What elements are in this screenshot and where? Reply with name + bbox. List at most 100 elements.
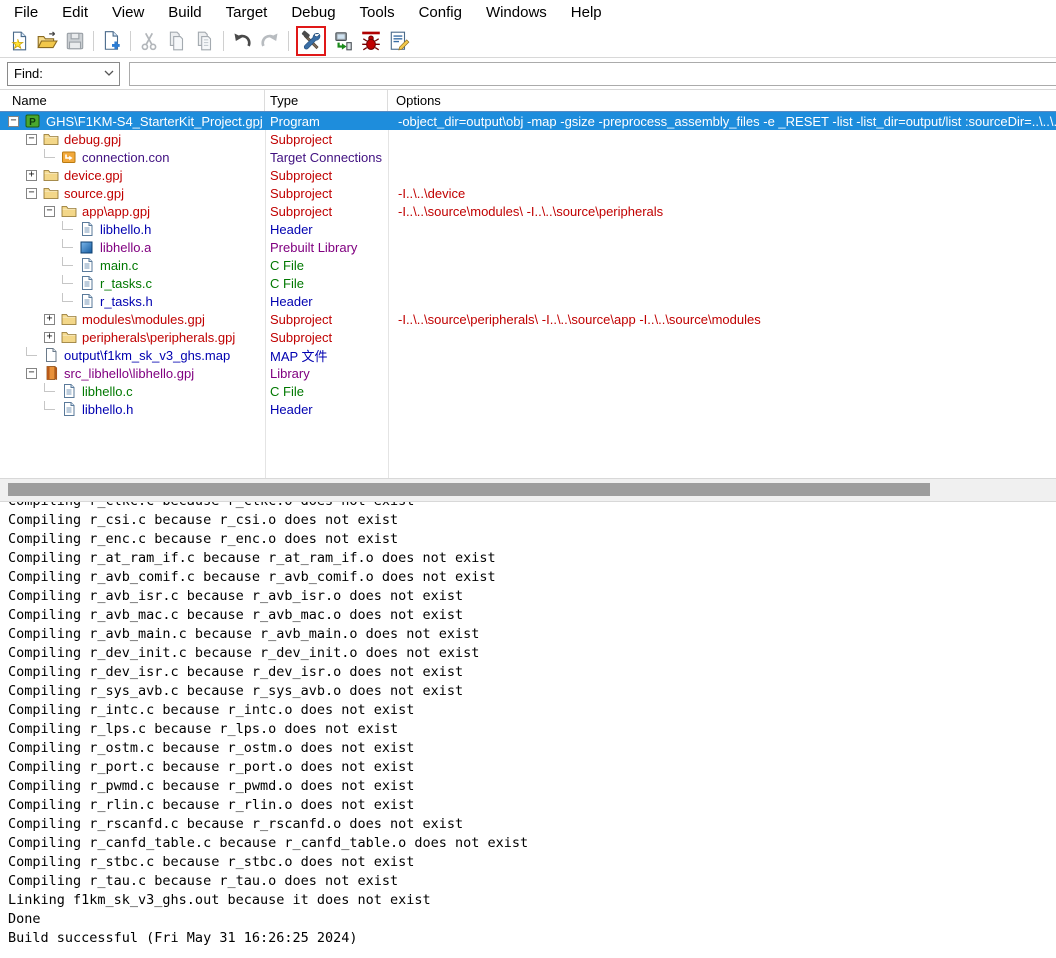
collapse-toggle-icon[interactable]: − <box>26 134 37 145</box>
column-header-type[interactable]: Type <box>265 90 388 111</box>
collapse-toggle-icon[interactable]: − <box>8 116 19 127</box>
paste-button <box>193 29 217 53</box>
expand-toggle-icon[interactable]: + <box>44 314 55 325</box>
collapse-toggle-icon[interactable]: − <box>44 206 55 217</box>
tree-row[interactable]: +modules\modules.gpjSubproject-I..\..\so… <box>0 310 1056 328</box>
doc-icon <box>61 383 77 399</box>
console-line: Compiling r_clkc.c because r_clkc.o does… <box>8 502 1056 511</box>
debug-button[interactable] <box>359 29 383 53</box>
folder-icon <box>61 203 77 219</box>
menu-bar: FileEditViewBuildTargetDebugToolsConfigW… <box>0 0 1056 25</box>
tree-row[interactable]: r_tasks.hHeader <box>0 292 1056 310</box>
menu-config[interactable]: Config <box>407 2 474 24</box>
expand-toggle-icon[interactable]: + <box>26 170 37 181</box>
menu-debug[interactable]: Debug <box>279 2 347 24</box>
console-line: Compiling r_lps.c because r_lps.o does n… <box>8 720 1056 739</box>
cut-button <box>137 29 161 53</box>
console-line: Linking f1km_sk_v3_ghs.out because it do… <box>8 891 1056 910</box>
menu-edit[interactable]: Edit <box>50 2 100 24</box>
menu-target[interactable]: Target <box>214 2 280 24</box>
find-dropdown[interactable]: Find: <box>7 62 120 86</box>
item-type: C File <box>265 384 393 399</box>
item-name: libhello.h <box>100 222 151 237</box>
column-header-name[interactable]: Name <box>0 90 265 111</box>
console-line: Compiling r_avb_isr.c because r_avb_isr.… <box>8 587 1056 606</box>
item-name: libhello.h <box>82 402 133 417</box>
find-input[interactable] <box>129 62 1056 86</box>
new-file-button[interactable] <box>7 29 31 53</box>
tree-row[interactable]: +peripherals\peripherals.gpjSubproject <box>0 328 1056 346</box>
build-icon <box>300 30 322 52</box>
console-line: Build successful (Fri May 31 16:26:25 20… <box>8 929 1056 948</box>
scrollbar-thumb[interactable] <box>8 483 930 496</box>
tree-row[interactable]: −source.gpjSubproject-I..\..\device <box>0 184 1056 202</box>
collapse-toggle-icon[interactable]: − <box>26 188 37 199</box>
editor-button[interactable] <box>387 29 411 53</box>
undo-icon <box>231 30 253 52</box>
tree-row[interactable]: connection.conTarget Connections <box>0 148 1056 166</box>
copy-button <box>165 29 189 53</box>
item-type: C File <box>265 258 393 273</box>
item-type: Prebuilt Library <box>265 240 393 255</box>
item-name: libhello.a <box>100 240 151 255</box>
connect-button[interactable] <box>331 29 355 53</box>
console-line: Compiling r_canfd_table.c because r_canf… <box>8 834 1056 853</box>
item-name: device.gpj <box>64 168 123 183</box>
debug-icon <box>360 30 382 52</box>
console-line: Compiling r_sys_avb.c because r_sys_avb.… <box>8 682 1056 701</box>
console-line: Compiling r_ostm.c because r_ostm.o does… <box>8 739 1056 758</box>
build-button[interactable] <box>296 26 326 56</box>
open-file-button[interactable] <box>35 29 59 53</box>
tree-row[interactable]: −app\app.gpjSubproject-I..\..\source\mod… <box>0 202 1056 220</box>
console-line: Compiling r_rlin.c because r_rlin.o does… <box>8 796 1056 815</box>
tree-row[interactable]: −PGHS\F1KM-S4_StarterKit_Project.gpjProg… <box>0 112 1056 130</box>
save-icon <box>64 30 86 52</box>
console-line: Compiling r_dev_isr.c because r_dev_isr.… <box>8 663 1056 682</box>
menu-build[interactable]: Build <box>156 2 213 24</box>
menu-file[interactable]: File <box>2 2 50 24</box>
console-line: Compiling r_port.c because r_port.o does… <box>8 758 1056 777</box>
item-options: -I..\..\device <box>393 186 1056 201</box>
menu-help[interactable]: Help <box>559 2 614 24</box>
connection-icon <box>61 149 77 165</box>
item-name: app\app.gpj <box>82 204 150 219</box>
tree-row[interactable]: +device.gpjSubproject <box>0 166 1056 184</box>
tree-row[interactable]: libhello.a Prebuilt Library <box>0 238 1056 256</box>
item-name: main.c <box>100 258 138 273</box>
tree-row[interactable]: libhello.hHeader <box>0 220 1056 238</box>
menu-tools[interactable]: Tools <box>348 2 407 24</box>
copy-icon <box>166 30 188 52</box>
menu-windows[interactable]: Windows <box>474 2 559 24</box>
tree-row[interactable]: libhello.cC File <box>0 382 1056 400</box>
item-name: GHS\F1KM-S4_StarterKit_Project.gpj <box>46 114 263 129</box>
tree-row[interactable]: −src_libhello\libhello.gpjLibrary <box>0 364 1056 382</box>
item-type: Target Connections <box>265 150 393 165</box>
tree-row[interactable]: output\f1km_sk_v3_ghs.mapMAP 文件 <box>0 346 1056 364</box>
undo-button[interactable] <box>230 29 254 53</box>
new-file-icon <box>8 30 30 52</box>
doc-icon <box>79 221 95 237</box>
redo-icon <box>259 30 281 52</box>
console-line: Compiling r_avb_comif.c because r_avb_co… <box>8 568 1056 587</box>
tree-row[interactable]: main.c C File <box>0 256 1056 274</box>
collapse-toggle-icon[interactable]: − <box>26 368 37 379</box>
item-type: Subproject <box>265 330 393 345</box>
tree-row[interactable]: libhello.hHeader <box>0 400 1056 418</box>
menu-view[interactable]: View <box>100 2 156 24</box>
column-header-options[interactable]: Options <box>388 90 1056 111</box>
editor-icon <box>388 30 410 52</box>
tree-row[interactable]: −debug.gpjSubproject <box>0 130 1056 148</box>
toolbar-separator <box>288 31 289 51</box>
svg-text:P: P <box>29 117 36 128</box>
folder-icon <box>61 311 77 327</box>
item-name: source.gpj <box>64 186 124 201</box>
console-line: Compiling r_intc.c because r_intc.o does… <box>8 701 1056 720</box>
multi-project-manager-window: FileEditViewBuildTargetDebugToolsConfigW… <box>0 0 1056 958</box>
expand-toggle-icon[interactable]: + <box>44 332 55 343</box>
horizontal-scrollbar[interactable] <box>0 478 1056 502</box>
console-line: Compiling r_rscanfd.c because r_rscanfd.… <box>8 815 1056 834</box>
tree-connector <box>44 401 55 410</box>
tree-row[interactable]: r_tasks.cC File <box>0 274 1056 292</box>
toolbar <box>0 25 1056 58</box>
add-file-button[interactable] <box>100 29 124 53</box>
